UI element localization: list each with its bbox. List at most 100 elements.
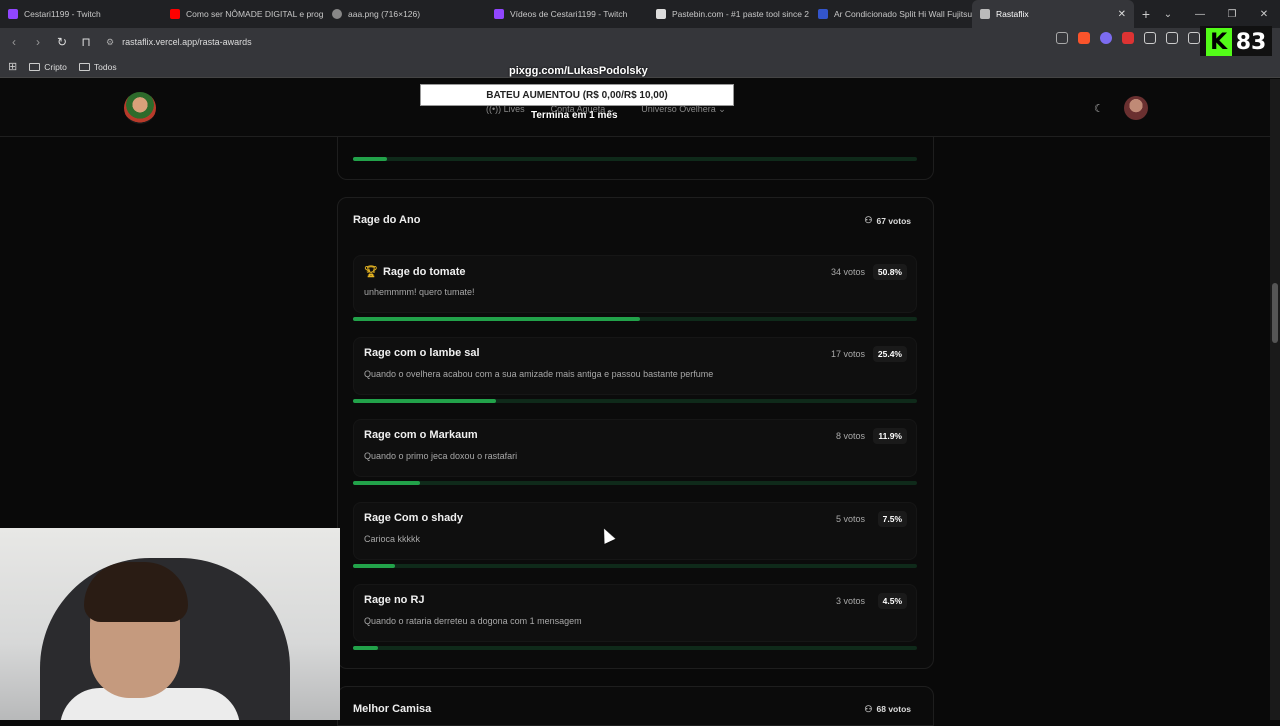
browser-tab[interactable]: Pastebin.com - #1 paste tool since 2 [648, 0, 810, 28]
category-total-votes: ⚇ 68 votos [864, 704, 911, 714]
tab-title: Rastaflix [996, 9, 1029, 19]
kick-count: 83 [1235, 29, 1267, 55]
store-icon [818, 9, 828, 19]
goal-deadline: Termina em 1 mês [531, 110, 618, 121]
moon-icon[interactable]: ☾ [1094, 102, 1104, 115]
nominee-votes: 8 votos [835, 431, 865, 441]
users-icon: ⚇ [864, 215, 873, 225]
progress-fill [353, 564, 396, 568]
sidebar-icon[interactable] [1188, 32, 1200, 44]
globe-icon [332, 9, 342, 19]
nominee-card[interactable] [353, 337, 917, 395]
site-settings-icon[interactable]: ⚙ [106, 37, 114, 48]
nominee-votes: 3 votos [835, 596, 865, 606]
folder-icon [78, 62, 90, 71]
progress-bar [353, 157, 917, 161]
tab-title: Ar Condicionado Split Hi Wall Fujitsu [834, 9, 972, 19]
nominee-card[interactable] [353, 502, 917, 560]
nominee-percent-badge: 50.8% [872, 264, 907, 280]
brave-shield-icon[interactable] [1078, 32, 1090, 44]
browser-tab[interactable]: Cestari1199 - Twitch [0, 0, 162, 28]
nominee-percent-badge: 25.4% [872, 346, 907, 362]
nominee-name: Rage com o lambe sal [364, 347, 480, 359]
nominee-card[interactable] [353, 255, 917, 313]
progress-fill [353, 317, 640, 321]
restore-icon[interactable]: ❐ [1216, 9, 1248, 20]
bookmark-label: Todos [93, 61, 117, 72]
scrollbar[interactable] [1270, 79, 1280, 720]
nominee-description: Quando o rataria derreteu a dogona com 1… [364, 616, 582, 626]
site-logo[interactable] [124, 92, 156, 124]
url-text: rastaflix.vercel.app/rasta-awards [122, 37, 252, 47]
nominee-percent-badge: 4.5% [877, 593, 907, 609]
minimize-icon[interactable]: — [1184, 9, 1216, 20]
share-icon[interactable] [1056, 32, 1068, 44]
folder-icon [29, 62, 41, 71]
nominee-name: Rage Com o shady [364, 512, 464, 524]
pastebin-icon [656, 9, 666, 19]
back-icon[interactable]: ‹ [4, 35, 24, 49]
avatar[interactable] [1124, 96, 1148, 120]
window-controls: ⌄ — ❐ ✕ [1152, 0, 1280, 28]
rastaflix-icon [980, 9, 990, 19]
category-title: Melhor Camisa [353, 703, 432, 715]
browser-tab[interactable]: Vídeos de Cestari1199 - Twitch [486, 0, 648, 28]
twitch-icon [494, 9, 504, 19]
apps-grid-icon[interactable]: ⊞ [8, 60, 17, 73]
nominee-votes: 34 votos [830, 267, 865, 277]
forward-icon[interactable]: › [28, 35, 48, 49]
users-icon: ⚇ [864, 704, 873, 714]
nominee-description: Quando o primo jeca doxou o rastafari [364, 451, 518, 461]
dropdown-icon[interactable]: ⌄ [1152, 9, 1184, 20]
nominee-name: Rage no RJ [364, 594, 425, 606]
close-tab-icon[interactable]: ✕ [1118, 9, 1126, 20]
reload-icon[interactable]: ↻ [52, 35, 72, 49]
progress-bar [353, 317, 917, 321]
nominee-percent-badge: 7.5% [877, 511, 907, 527]
nominee-card[interactable] [353, 584, 917, 642]
category-total-votes: ⚇ 67 votos [864, 215, 911, 226]
wallet-icon[interactable] [1166, 32, 1178, 44]
bookmark-icon[interactable]: ⊓ [76, 35, 96, 49]
extension-icon[interactable] [1100, 32, 1112, 44]
progress-bar [353, 399, 917, 403]
puzzle-icon[interactable] [1144, 32, 1156, 44]
nominee-name: Rage com o Markaum [364, 429, 478, 441]
progress-bar [353, 481, 917, 485]
bookmark-label: Cripto [44, 61, 67, 72]
progress-fill [353, 646, 379, 650]
tab-title: Pastebin.com - #1 paste tool since 2 [672, 9, 810, 19]
tab-title: aaa.png (716×126) [348, 9, 421, 19]
browser-tab[interactable]: aaa.png (716×126) [324, 0, 486, 28]
nominee-card[interactable] [353, 419, 917, 477]
extensions-area [1056, 32, 1200, 44]
bookmark-folder[interactable]: Todos [78, 61, 117, 72]
url-field[interactable]: ⚙ rastaflix.vercel.app/rasta-awards [106, 37, 252, 48]
kick-logo-icon: K [1205, 28, 1232, 56]
scrollbar-thumb[interactable] [1272, 283, 1278, 343]
browser-tab[interactable]: Como ser NÔMADE DIGITAL e prog [162, 0, 324, 28]
progress-fill [353, 157, 387, 161]
goal-banner: BATEU AUMENTOU (R$ 0,00/R$ 10,00) [420, 84, 734, 106]
close-window-icon[interactable]: ✕ [1248, 9, 1280, 20]
kick-badge: K 83 [1200, 26, 1272, 58]
extension-icon[interactable] [1122, 32, 1134, 44]
progress-fill [353, 481, 421, 485]
nominee-percent-badge: 11.9% [873, 428, 907, 444]
trophy-icon: 🏆︎ [364, 266, 378, 278]
tab-title: Vídeos de Cestari1199 - Twitch [510, 9, 628, 19]
progress-bar [353, 564, 917, 568]
twitch-icon [8, 9, 18, 19]
progress-fill [353, 399, 497, 403]
youtube-icon [170, 9, 180, 19]
bookmark-folder[interactable]: Cripto [29, 62, 67, 72]
webcam-overlay [0, 528, 340, 720]
nominee-description: Carioca kkkkk [364, 534, 421, 544]
nominee-description: Quando o ovelhera acabou com a sua amiza… [364, 369, 714, 379]
browser-tab-active[interactable]: Rastaflix ✕ [972, 0, 1134, 28]
nominee-votes: 17 votos [830, 349, 865, 359]
browser-tab[interactable]: Ar Condicionado Split Hi Wall Fujitsu [810, 0, 972, 28]
progress-bar [353, 646, 917, 650]
nominee-name: 🏆︎ Rage do tomate [364, 265, 466, 279]
tab-title: Cestari1199 - Twitch [24, 9, 101, 19]
